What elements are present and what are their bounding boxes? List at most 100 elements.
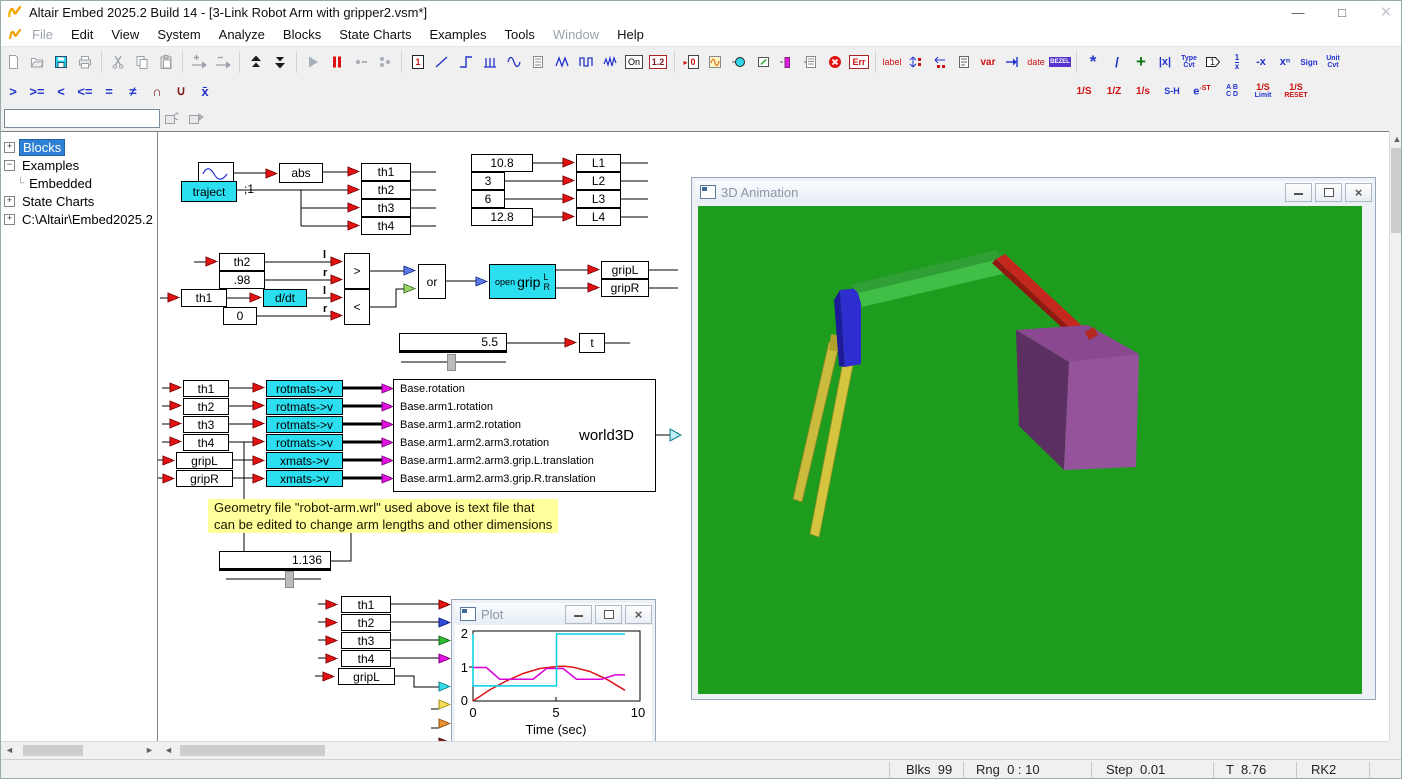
collapse-icon[interactable]: − (4, 159, 15, 171)
wire-positioner-h-icon[interactable] (928, 50, 952, 74)
menu-analyze[interactable]: Analyze (210, 24, 274, 45)
menu-state-charts[interactable]: State Charts (330, 24, 420, 45)
tree-item-blocks[interactable]: + Blocks (1, 138, 157, 156)
open-file-icon[interactable] (25, 50, 49, 74)
sinusoid-block-icon[interactable] (502, 50, 526, 74)
light-block-icon[interactable] (727, 50, 751, 74)
greater-than-block[interactable]: > (344, 253, 370, 289)
mean-block-icon[interactable]: x̄ (193, 79, 217, 103)
const-6[interactable]: 6 (471, 190, 505, 208)
greater-than-block-icon[interactable]: > (1, 79, 25, 103)
th3-read-variable[interactable]: th3 (183, 416, 229, 433)
unit-convert-block-icon[interactable]: Unit Cvt (1321, 50, 1345, 74)
animation-window[interactable]: 3D Animation × (691, 177, 1376, 700)
equal-block-icon[interactable]: = (97, 79, 121, 103)
stop-block-icon[interactable] (823, 50, 847, 74)
th4-read-variable[interactable]: th4 (183, 434, 229, 451)
animation-window-titlebar[interactable]: 3D Animation × (695, 181, 1372, 203)
geometry-slider-thumb[interactable] (285, 571, 294, 588)
plot-minimize-icon[interactable] (565, 604, 592, 624)
simulate-step-icon[interactable] (349, 50, 373, 74)
bezel-block-icon[interactable]: BEZEL (1048, 50, 1072, 74)
tree-item-embedded[interactable]: └ Embedded (17, 174, 157, 192)
const-12-8[interactable]: 12.8 (471, 208, 533, 226)
save-file-icon[interactable] (49, 50, 73, 74)
simulate-continue-icon[interactable] (373, 50, 397, 74)
block-search-input[interactable] (4, 109, 160, 128)
meter-block-icon[interactable] (751, 50, 775, 74)
anim-minimize-icon[interactable] (1285, 182, 1312, 202)
canvas-hscroll-thumb[interactable] (180, 745, 325, 756)
multiply-block-icon[interactable]: * (1081, 50, 1105, 74)
plot-restore-icon[interactable] (595, 604, 622, 624)
sample-hold-block-icon[interactable]: S-H (1157, 79, 1187, 103)
raise-priority-icon[interactable] (244, 50, 268, 74)
listbox-block-icon[interactable] (799, 50, 823, 74)
remove-connector-icon[interactable] (211, 50, 235, 74)
triangle-wave-block-icon[interactable] (550, 50, 574, 74)
world3d-block[interactable]: Base.rotation Base.arm1.rotation Base.ar… (393, 379, 656, 492)
L3-variable[interactable]: L3 (576, 190, 621, 208)
random-block-icon[interactable] (598, 50, 622, 74)
plot-block-icon[interactable] (703, 50, 727, 74)
gripL-read-variable[interactable]: gripL (338, 668, 395, 685)
anim-close-icon[interactable]: × (1345, 182, 1372, 202)
menu-window[interactable]: Window (544, 24, 608, 45)
traject-block[interactable]: traject (181, 181, 237, 202)
plot-close-icon[interactable]: × (625, 604, 652, 624)
state-space-block-icon[interactable]: A BC D (1217, 79, 1247, 103)
step-block-icon[interactable] (454, 50, 478, 74)
scroll-up-icon[interactable]: ▲ (1390, 131, 1401, 148)
t-variable[interactable]: t (579, 333, 605, 353)
menu-edit[interactable]: Edit (62, 24, 102, 45)
display-block-icon[interactable]: ▸ 0 (679, 50, 703, 74)
unit-delay-block-icon[interactable]: 1/Z (1099, 79, 1129, 103)
gripR-variable[interactable]: gripR (601, 279, 649, 297)
less-equal-block-icon[interactable]: <= (73, 79, 97, 103)
scroll-left-icon[interactable]: ◄ (1, 742, 18, 759)
gripL-variable[interactable]: gripL (601, 261, 649, 279)
pulse-train-block-icon[interactable] (478, 50, 502, 74)
th2-read-variable[interactable]: th2 (183, 398, 229, 415)
negate-block-icon[interactable]: -x (1249, 50, 1273, 74)
close-icon[interactable]: ✕ (1379, 3, 1393, 21)
t-slider-thumb[interactable] (447, 354, 456, 371)
scroll-left-icon[interactable]: ◄ (160, 742, 177, 759)
simulate-stop-icon[interactable] (325, 50, 349, 74)
plot-window-titlebar[interactable]: Plot × (455, 603, 652, 625)
expand-icon[interactable]: + (4, 141, 15, 153)
copy-icon[interactable] (130, 50, 154, 74)
rotmat-block-2[interactable]: rotmats->v (266, 398, 343, 415)
tree-item-state-charts[interactable]: + State Charts (1, 192, 157, 210)
gain-block-icon[interactable]: 1 (1201, 50, 1225, 74)
tree-horizontal-scrollbar[interactable]: ◄ ► (1, 741, 158, 759)
divide-block-icon[interactable]: / (1105, 50, 1129, 74)
on-button-block-icon[interactable]: On (622, 50, 646, 74)
const-3[interactable]: 3 (471, 172, 505, 190)
const-block-icon[interactable]: 1 (406, 50, 430, 74)
not-equal-block-icon[interactable]: ≠ (121, 79, 145, 103)
expand-icon[interactable]: + (4, 213, 15, 225)
rotmat-block-4[interactable]: rotmats->v (266, 434, 343, 451)
cut-icon[interactable] (106, 50, 130, 74)
const-10-8[interactable]: 10.8 (471, 154, 533, 172)
probe-block-icon[interactable] (1000, 50, 1024, 74)
xmat-block-2[interactable]: xmats->v (266, 470, 343, 487)
lower-priority-icon[interactable] (268, 50, 292, 74)
th1-read-variable[interactable]: th1 (183, 380, 229, 397)
label-block-icon[interactable]: label (880, 50, 904, 74)
add-block-icon[interactable]: + (1129, 50, 1153, 74)
th2-read-variable[interactable]: th2 (341, 614, 391, 631)
reset-integrator-block-icon[interactable]: 1/S RESET (1279, 79, 1313, 103)
date-block-icon[interactable]: date (1024, 50, 1048, 74)
menu-help[interactable]: Help (608, 24, 653, 45)
th3-variable[interactable]: th3 (361, 199, 411, 217)
3d-scene[interactable] (698, 206, 1362, 694)
paste-icon[interactable] (154, 50, 178, 74)
tree-hscroll-thumb[interactable] (23, 745, 83, 756)
less-than-block[interactable]: < (344, 289, 370, 325)
th2-variable[interactable]: th2 (361, 181, 411, 199)
var-block-icon[interactable]: var (976, 50, 1000, 74)
canvas-horizontal-scrollbar[interactable]: ◄ (158, 741, 1389, 759)
union-block-icon[interactable]: ∪ (169, 79, 193, 103)
